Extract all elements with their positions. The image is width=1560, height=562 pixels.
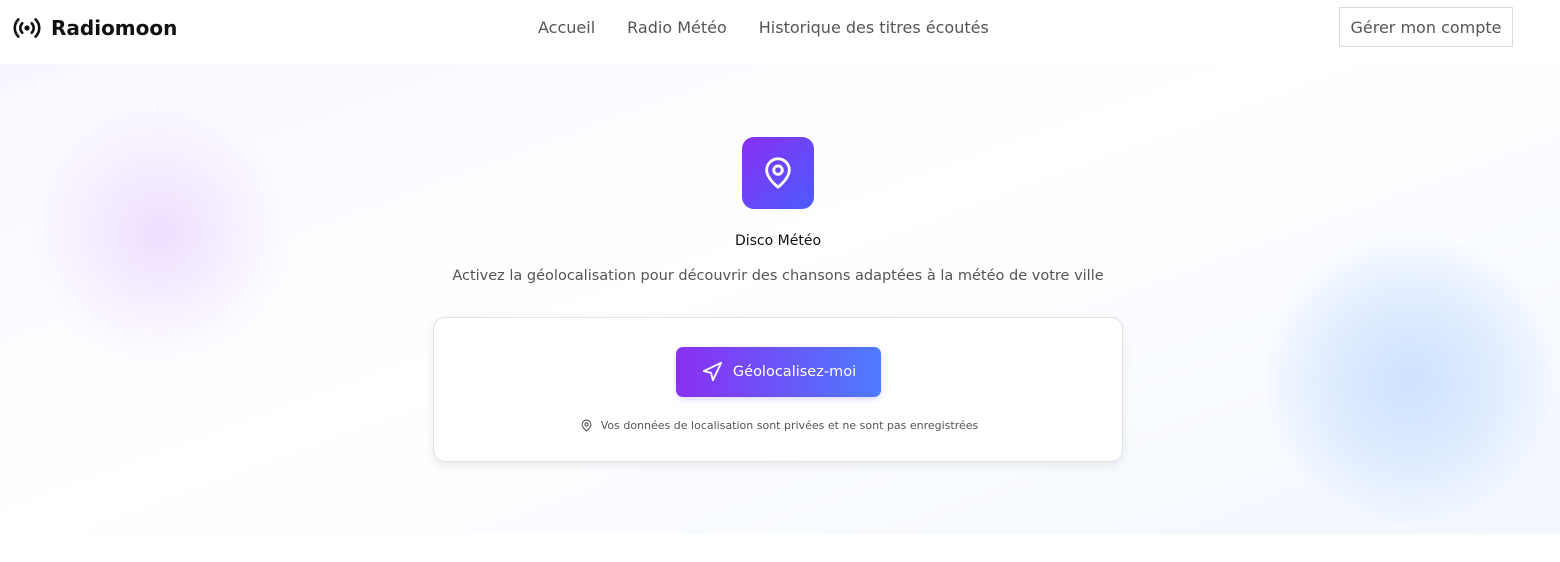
page-subtitle: Activez la géolocalisation pour découvri… bbox=[452, 268, 1104, 284]
navigation-arrow-icon bbox=[702, 361, 722, 382]
brand-name: Radiomoon bbox=[51, 16, 178, 40]
hero-section: Disco Météo Activez la géolocalisation p… bbox=[0, 64, 1560, 534]
brand-logo[interactable]: Radiomoon bbox=[12, 14, 177, 42]
nav-item-radio-meteo[interactable]: Radio Météo bbox=[627, 18, 727, 37]
page-title: Disco Météo bbox=[734, 233, 822, 249]
geolocation-card: Géolocalisez-moi Vos données de localisa… bbox=[433, 317, 1123, 462]
nav-item-accueil[interactable]: Accueil bbox=[538, 18, 595, 37]
privacy-note: Vos données de localisation sont privées… bbox=[434, 419, 1124, 432]
geolocate-button[interactable]: Géolocalisez-moi bbox=[676, 347, 881, 397]
geolocate-button-label: Géolocalisez-moi bbox=[732, 364, 857, 380]
manage-account-button[interactable]: Gérer mon compte bbox=[1339, 7, 1513, 47]
map-pin-icon bbox=[581, 419, 592, 432]
nav-item-historique[interactable]: Historique des titres écoutés bbox=[759, 18, 989, 37]
main-nav: Accueil Radio Météo Historique des titre… bbox=[538, 18, 989, 37]
top-nav-bar: Radiomoon Accueil Radio Météo Historique… bbox=[0, 0, 1560, 56]
map-pin-icon bbox=[765, 157, 791, 189]
privacy-note-text: Vos données de localisation sont privées… bbox=[600, 419, 979, 432]
broadcast-icon bbox=[13, 18, 41, 38]
location-tile bbox=[742, 137, 814, 209]
